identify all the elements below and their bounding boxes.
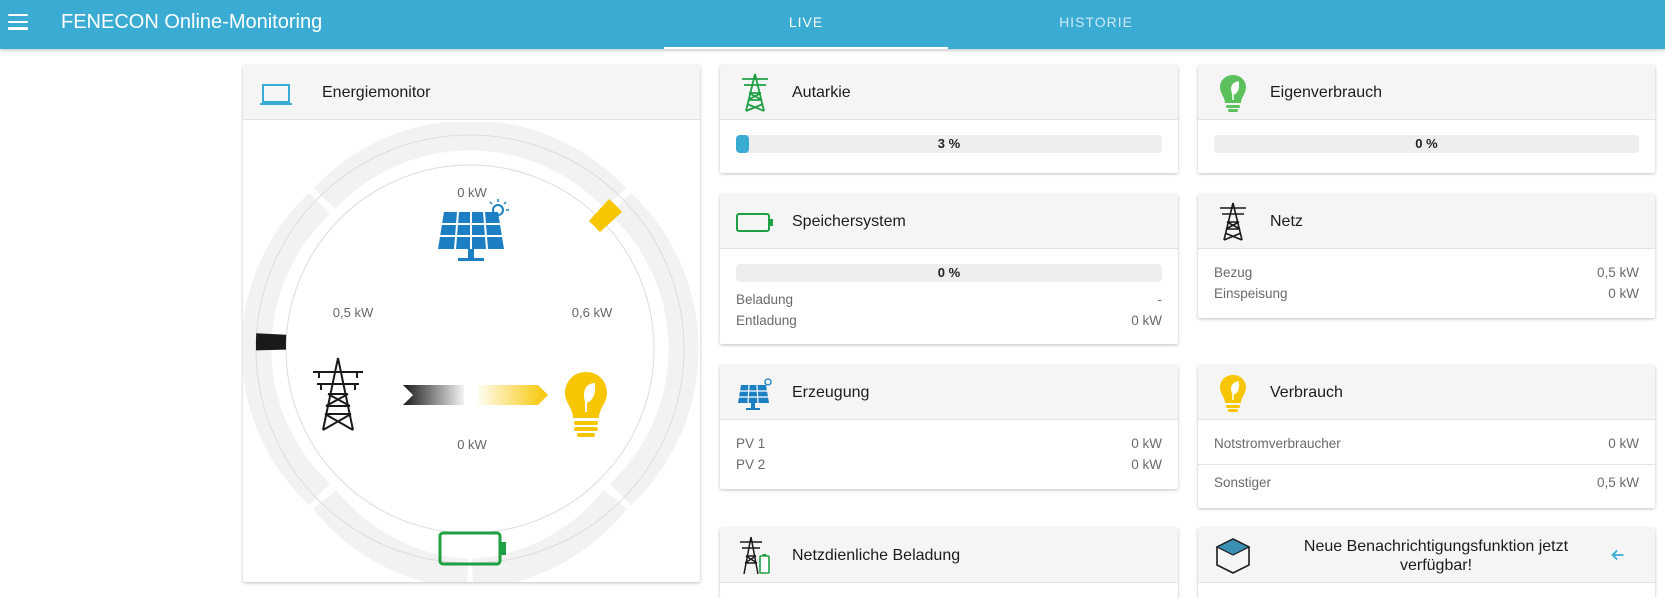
notstromverbraucher-row: Notstromverbraucher 0 kW	[1214, 436, 1639, 456]
grid-tower-icon	[736, 73, 774, 113]
verbrauch-card: Verbrauch Notstromverbraucher 0 kW Sonst…	[1198, 365, 1655, 508]
tab-live[interactable]: LIVE	[664, 0, 948, 49]
autarkie-card: Autarkie 3 %	[720, 65, 1178, 173]
grid-flow-arrow	[403, 385, 464, 405]
cube-icon	[1214, 536, 1252, 576]
solar-panel-icon	[736, 373, 774, 413]
production-value: 0 kW	[432, 185, 512, 200]
top-app-bar: FENECON Online-Monitoring LIVE HISTORIE	[0, 0, 1665, 49]
grid-battery-icon	[736, 536, 774, 576]
active-tab-indicator	[664, 47, 948, 49]
energiemonitor-card: Energiemonitor	[243, 65, 700, 582]
verbrauch-divider	[1198, 464, 1655, 465]
speichersystem-percent: 0 %	[736, 264, 1162, 282]
einspeisung-row: Einspeisung 0 kW	[1214, 286, 1639, 306]
battery-icon	[736, 202, 774, 242]
netzdienliche-title: Netzdienliche Beladung	[792, 528, 960, 583]
sonstiger-row: Sonstiger 0,5 kW	[1214, 475, 1639, 495]
autarkie-title: Autarkie	[792, 65, 851, 120]
tab-historie[interactable]: HISTORIE	[954, 0, 1238, 49]
bezug-row: Bezug 0,5 kW	[1214, 265, 1639, 285]
energiemonitor-title: Energiemonitor	[322, 65, 431, 120]
consumption-ring-marker	[599, 210, 611, 222]
solar-panel-icon	[438, 199, 509, 261]
eigenverbrauch-percent: 0 %	[1214, 135, 1639, 153]
eigenverbrauch-progress: 0 %	[1214, 135, 1639, 153]
energiemonitor-header: Energiemonitor	[243, 65, 700, 120]
grid-value: 0,5 kW	[313, 305, 393, 320]
app-title: FENECON Online-Monitoring	[61, 11, 322, 34]
erzeugung-title: Erzeugung	[792, 365, 869, 420]
pv1-row: PV 1 0 kW	[736, 436, 1162, 456]
speichersystem-title: Speichersystem	[792, 194, 906, 249]
netz-title: Netz	[1270, 194, 1303, 249]
storage-value: 0 kW	[432, 437, 512, 452]
speichersystem-card: Speichersystem 0 % Beladung - Entladung …	[720, 194, 1178, 344]
notification-card[interactable]: Neue Benachrichtigungsfunktion jetzt ver…	[1198, 528, 1655, 598]
laptop-icon	[259, 73, 297, 113]
consumption-flow-arrow	[478, 385, 548, 405]
grid-tower-icon	[1214, 202, 1252, 242]
menu-icon[interactable]	[8, 14, 28, 30]
bulb-icon	[1214, 373, 1252, 413]
leaf-bulb-icon	[1214, 73, 1252, 113]
consumption-bulb-icon	[565, 372, 607, 437]
eigenverbrauch-title: Eigenverbrauch	[1270, 65, 1382, 120]
consumption-value: 0,6 kW	[552, 305, 632, 320]
pv2-row: PV 2 0 kW	[736, 457, 1162, 477]
verbrauch-title: Verbrauch	[1270, 365, 1343, 420]
netzdienliche-card: Netzdienliche Beladung	[720, 528, 1178, 598]
netz-card: Netz Bezug 0,5 kW Einspeisung 0 kW	[1198, 194, 1655, 318]
beladung-row: Beladung -	[736, 292, 1162, 312]
arrow-left-icon[interactable]	[1609, 546, 1627, 564]
grid-tower-icon	[313, 358, 363, 430]
eigenverbrauch-card: Eigenverbrauch 0 %	[1198, 65, 1655, 173]
autarkie-progress: 3 %	[736, 135, 1162, 153]
autarkie-percent: 3 %	[736, 135, 1162, 153]
erzeugung-card: Erzeugung PV 1 0 kW PV 2 0 kW	[720, 365, 1178, 489]
entladung-row: Entladung 0 kW	[736, 313, 1162, 333]
speichersystem-progress: 0 %	[736, 264, 1162, 282]
notification-title: Neue Benachrichtigungsfunktion jetzt ver…	[1286, 537, 1586, 575]
